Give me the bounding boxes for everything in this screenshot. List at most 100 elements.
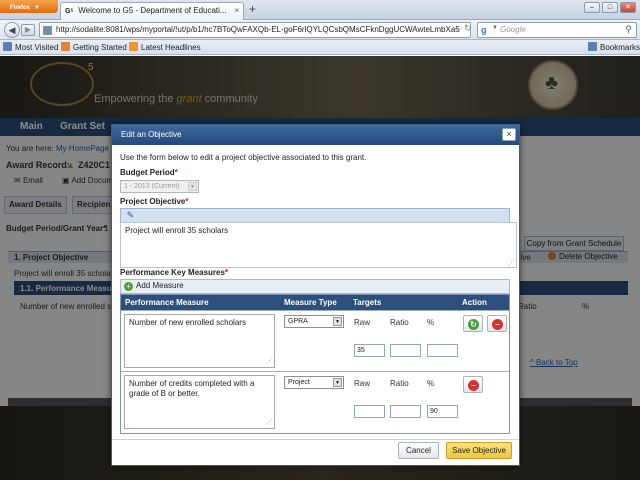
ratio-target-input[interactable] xyxy=(390,405,421,418)
chevron-down-icon: ▼ xyxy=(333,378,342,387)
firefox-menu-label: Firefox xyxy=(10,5,31,11)
site-identity-icon[interactable] xyxy=(43,26,52,35)
browser-titlebar: Firefox ▼ G⁵ Welcome to G5 - Department o… xyxy=(0,0,640,20)
chevron-down-icon: ▼ xyxy=(34,5,40,11)
ratio-label: Ratio xyxy=(390,379,409,388)
bookmark-getting-started[interactable]: Getting Started xyxy=(61,42,127,52)
dialog-footer-divider xyxy=(112,439,519,440)
project-objective-label-text: Project Objective xyxy=(120,197,186,206)
raw-label: Raw xyxy=(354,318,371,327)
measures-table-header: Performance Measure Measure Type Targets… xyxy=(121,295,509,310)
plus-icon: + xyxy=(124,282,133,291)
measure-row: Number of new enrolled scholars ⋰ GPRA ▼… xyxy=(121,310,509,371)
minimize-icon[interactable]: – xyxy=(584,2,600,13)
search-input[interactable]: g ▼ Google ⚲ xyxy=(477,22,637,38)
remove-icon: – xyxy=(468,380,479,391)
google-engine-icon[interactable]: g xyxy=(481,25,491,35)
percent-target-input[interactable]: 90 xyxy=(427,405,458,418)
measure-textarea[interactable]: Number of credits completed with a grade… xyxy=(124,375,275,429)
dialog-close-button[interactable]: × xyxy=(502,128,516,141)
back-button[interactable]: ◀ xyxy=(4,22,20,38)
measure-textarea[interactable]: Number of new enrolled scholars ⋰ xyxy=(124,314,275,368)
measure-type-select[interactable]: GPRA ▼ xyxy=(284,315,344,328)
resize-grip-icon[interactable]: ⋰ xyxy=(266,357,273,367)
dialog-header: Edit an Objective × xyxy=(112,125,519,145)
edit-objective-dialog: Edit an Objective × Use the form below t… xyxy=(111,124,520,466)
bookmarks-menu-label: Bookmarks xyxy=(600,43,640,52)
window-controls: – □ ✕ xyxy=(584,2,636,13)
remove-measure-button[interactable]: – xyxy=(487,315,507,332)
remove-measure-button[interactable]: – xyxy=(463,376,483,393)
bookmark-label: Latest Headlines xyxy=(141,43,201,52)
project-objective-text: Project will enroll 35 scholars xyxy=(125,226,229,235)
reload-icon[interactable]: ↻ xyxy=(464,23,472,34)
ratio-target-input[interactable] xyxy=(390,344,421,357)
column-targets: Targets xyxy=(353,298,382,307)
raw-target-input[interactable]: 35 xyxy=(354,344,385,357)
required-mark: * xyxy=(185,197,189,206)
firefox-menu-button[interactable]: Firefox ▼ xyxy=(0,0,58,13)
project-objective-label: Project Objective* xyxy=(120,197,188,206)
editor-toolbar: ✎ xyxy=(120,208,510,223)
column-action: Action xyxy=(462,298,487,307)
maximize-icon[interactable]: □ xyxy=(602,2,618,13)
format-icon[interactable]: ✎ xyxy=(125,210,136,221)
search-placeholder: Google xyxy=(500,25,526,34)
browser-tab[interactable]: G⁵ Welcome to G5 - Department of Educati… xyxy=(60,2,244,20)
new-tab-button[interactable]: + xyxy=(249,3,256,15)
cancel-button[interactable]: Cancel xyxy=(398,442,439,459)
search-icon[interactable]: ⚲ xyxy=(625,24,632,35)
address-bar[interactable]: http://sodalite:8081/wps/myportal/!ut/p/… xyxy=(39,22,471,38)
measure-type-select[interactable]: Project ▼ xyxy=(284,376,344,389)
chevron-down-icon[interactable]: ▼ xyxy=(492,25,498,31)
forward-button[interactable]: ▶ xyxy=(21,24,35,36)
measure-type-value: GPRA xyxy=(288,318,308,325)
bookmark-label: Most Visited xyxy=(15,43,59,52)
measures-toolbar: + Add Measure xyxy=(120,279,510,294)
column-performance-measure: Performance Measure xyxy=(125,298,209,307)
url-text: http://sodalite:8081/wps/myportal/!ut/p/… xyxy=(56,25,460,34)
column-measure-type: Measure Type xyxy=(284,298,337,307)
bookmarks-icon xyxy=(588,42,597,51)
window-close-icon[interactable]: ✕ xyxy=(620,2,636,13)
save-objective-button[interactable]: Save Objective xyxy=(446,442,512,459)
bookmarks-menu[interactable]: Bookmarks xyxy=(588,42,640,52)
add-measure-label: Add Measure xyxy=(136,281,184,290)
performance-key-measures-label: Performance Key Measures* xyxy=(120,268,228,277)
percent-target-input[interactable] xyxy=(427,344,458,357)
refresh-measure-button[interactable]: ↻ xyxy=(463,315,483,332)
raw-label: Raw xyxy=(354,379,371,388)
navigation-toolbar: ◀ ▶ http://sodalite:8081/wps/myportal/!u… xyxy=(0,20,640,40)
chevron-down-icon: ▼ xyxy=(188,182,197,191)
refresh-icon: ↻ xyxy=(468,319,479,330)
budget-period-label: Budget Period* xyxy=(120,168,178,177)
measure-text: Number of credits completed with a grade… xyxy=(129,379,255,398)
site-favicon-icon: G⁵ xyxy=(65,8,74,15)
tab-close-icon[interactable]: × xyxy=(234,6,239,15)
bookmark-most-visited[interactable]: Most Visited xyxy=(3,42,58,52)
measure-row: Number of credits completed with a grade… xyxy=(121,371,509,433)
budget-period-value: 1 - 2013 (Current) xyxy=(124,183,180,190)
folder-icon xyxy=(3,42,12,51)
ratio-label: Ratio xyxy=(390,318,409,327)
remove-icon: – xyxy=(492,319,503,330)
bookmark-label: Getting Started xyxy=(73,43,127,52)
resize-grip-icon[interactable]: ⋰ xyxy=(508,259,515,267)
resize-grip-icon[interactable]: ⋰ xyxy=(266,418,273,428)
percent-label: % xyxy=(427,379,435,388)
tab-title: Welcome to G5 - Department of Educati... xyxy=(78,6,227,15)
rss-icon xyxy=(129,42,138,51)
bookmarks-toolbar: Most Visited Getting Started Latest Head… xyxy=(0,40,640,55)
firefox-icon xyxy=(61,42,70,51)
dialog-title: Edit an Objective xyxy=(121,130,182,139)
required-mark: * xyxy=(224,268,229,277)
chevron-down-icon: ▼ xyxy=(333,317,342,326)
add-measure-button[interactable]: + Add Measure xyxy=(124,281,188,293)
bookmark-latest-headlines[interactable]: Latest Headlines xyxy=(129,42,201,52)
bookmark-star-icon[interactable]: ☆ xyxy=(454,24,462,35)
project-objective-editor[interactable]: Project will enroll 35 scholars ⋰ xyxy=(120,222,517,268)
dialog-intro: Use the form below to edit a project obj… xyxy=(120,153,367,162)
raw-target-input[interactable] xyxy=(354,405,385,418)
pkm-label-text: Performance Key Measures xyxy=(120,268,225,277)
measure-text: Number of new enrolled scholars xyxy=(129,318,246,327)
